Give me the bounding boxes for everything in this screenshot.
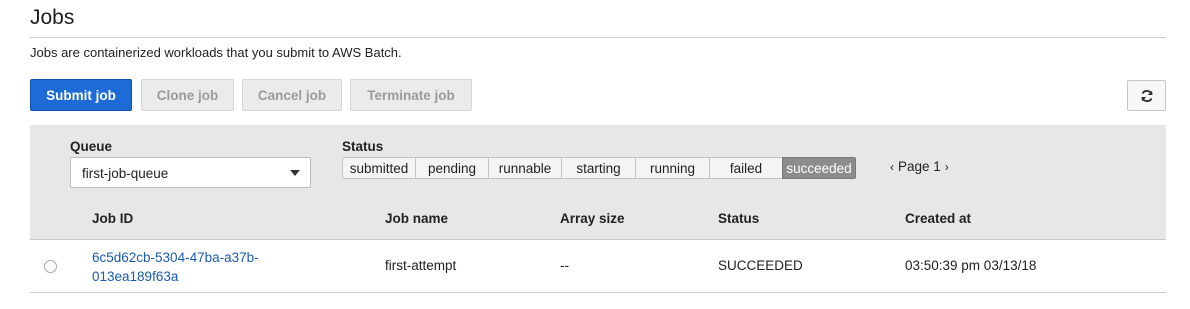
created-at-cell: 03:50:39 pm 03/13/18 <box>905 258 1037 273</box>
column-header-job-name[interactable]: Job name <box>385 211 448 226</box>
status-pill-runnable[interactable]: runnable <box>488 157 562 179</box>
clone-job-button[interactable]: Clone job <box>141 79 234 111</box>
job-id-line-1: 6c5d62cb-5304-47ba-a37b- <box>92 250 259 265</box>
column-header-status[interactable]: Status <box>718 211 759 226</box>
job-name-cell: first-attempt <box>385 258 457 273</box>
submit-job-button[interactable]: Submit job <box>30 79 132 111</box>
job-id-line-2: 013ea189f63a <box>92 269 179 284</box>
table-header-divider <box>30 239 1166 240</box>
page-indicator: Page 1 <box>898 159 941 174</box>
next-page-button[interactable]: › <box>945 160 949 174</box>
title-divider <box>30 37 1166 38</box>
status-pill-starting[interactable]: starting <box>561 157 636 179</box>
queue-label: Queue <box>70 139 113 154</box>
job-id-link[interactable]: 6c5d62cb-5304-47ba-a37b- 013ea189f63a <box>92 248 292 286</box>
status-cell: SUCCEEDED <box>718 258 803 273</box>
terminate-job-button[interactable]: Terminate job <box>350 79 472 111</box>
queue-select[interactable]: first-job-queue <box>70 157 311 188</box>
refresh-button[interactable] <box>1127 80 1166 111</box>
refresh-icon <box>1140 89 1153 102</box>
column-header-array-size[interactable]: Array size <box>560 211 625 226</box>
status-pill-pending[interactable]: pending <box>415 157 489 179</box>
status-label: Status <box>342 139 384 154</box>
row-select-radio[interactable] <box>44 260 57 273</box>
cancel-job-button[interactable]: Cancel job <box>242 79 342 111</box>
column-header-created-at[interactable]: Created at <box>905 211 971 226</box>
status-pill-succeeded[interactable]: succeeded <box>782 157 856 179</box>
pagination: ‹ Page 1 › <box>890 159 949 174</box>
table-row-divider <box>30 292 1166 293</box>
status-pill-submitted[interactable]: submitted <box>342 157 416 179</box>
prev-page-button[interactable]: ‹ <box>890 160 894 174</box>
queue-select-value: first-job-queue <box>82 166 169 181</box>
status-pill-running[interactable]: running <box>635 157 710 179</box>
page-description: Jobs are containerized workloads that yo… <box>30 45 402 60</box>
status-filter: submitted pending runnable starting runn… <box>342 157 856 179</box>
status-pill-failed[interactable]: failed <box>709 157 783 179</box>
caret-down-icon <box>290 170 300 176</box>
column-header-job-id[interactable]: Job ID <box>92 211 133 226</box>
page-title: Jobs <box>30 6 75 29</box>
array-size-cell: -- <box>560 258 569 273</box>
